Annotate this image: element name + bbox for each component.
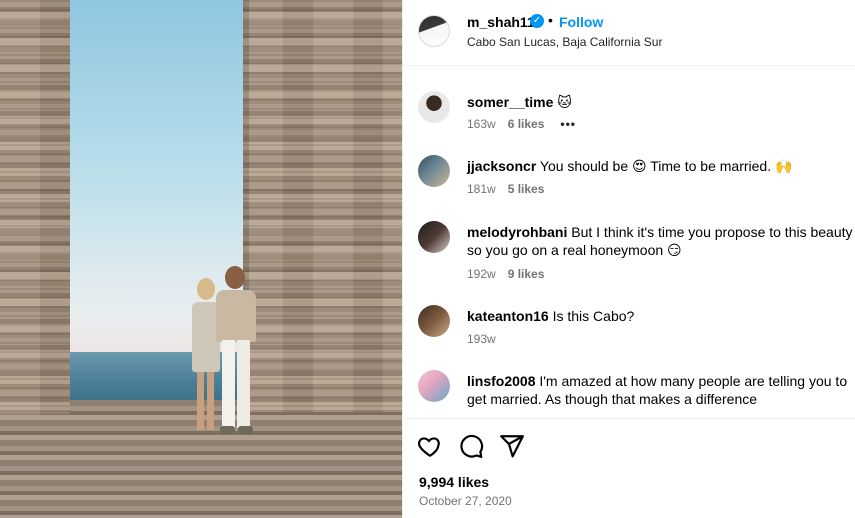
comment-text: jjacksoncr You should be 😍 Time to be ma… [467, 157, 855, 175]
comment-body-line2: get married. As though that makes a diff… [467, 391, 758, 407]
comment-meta: 192w 9 likes [467, 267, 544, 281]
header-separator: • [548, 12, 553, 28]
commenter-avatar[interactable] [418, 370, 450, 402]
comment-meta: 193w [467, 332, 496, 346]
post-photo[interactable] [0, 0, 402, 518]
photo-man [214, 266, 258, 436]
comment-username[interactable]: somer__time [467, 94, 553, 110]
likes-count[interactable]: 9,994 likes [419, 474, 489, 490]
comment-text: kateanton16 Is this Cabo? [467, 307, 855, 325]
more-options-icon[interactable]: ••• [560, 117, 576, 131]
comment-body: You should be 😍 Time to be married. 🙌 [536, 158, 793, 174]
comment-icon[interactable] [458, 433, 484, 459]
comment-body: 🐱 [553, 94, 572, 110]
comment-username[interactable]: linsfo2008 [467, 373, 535, 389]
follow-button[interactable]: Follow [559, 14, 603, 30]
comment-likes[interactable]: 6 likes [508, 117, 545, 131]
owner-avatar[interactable] [418, 15, 450, 47]
post-date[interactable]: October 27, 2020 [419, 494, 512, 508]
comment-body-line2: so you go on a real honeymoon 😏 [467, 242, 682, 258]
commenter-avatar[interactable] [418, 155, 450, 187]
comment-likes[interactable]: 9 likes [508, 267, 545, 281]
comment-body: Is this Cabo? [548, 308, 635, 324]
comment-meta: 181w 5 likes [467, 182, 544, 196]
heart-icon[interactable] [417, 433, 443, 459]
comment-meta: 163w 6 likes ••• [467, 117, 576, 131]
commenter-avatar[interactable] [418, 91, 450, 123]
comment-username[interactable]: melodyrohbani [467, 224, 567, 240]
commenter-avatar[interactable] [418, 221, 450, 253]
comment-text: somer__time 🐱 [467, 93, 855, 111]
comment-body: But I think it's time you propose to thi… [567, 224, 853, 240]
comment-text: linsfo2008 I'm amazed at how many people… [467, 372, 855, 390]
comment-body: I'm amazed at how many people are tellin… [535, 373, 848, 389]
comment-age[interactable]: 181w [467, 182, 496, 196]
comment-username[interactable]: kateanton16 [467, 308, 549, 324]
commenter-avatar[interactable] [418, 305, 450, 337]
comment-age[interactable]: 192w [467, 267, 496, 281]
share-icon[interactable] [499, 433, 525, 459]
owner-username[interactable]: m_shah11 [467, 14, 535, 30]
comments-list[interactable]: somer__time 🐱 163w 6 likes ••• jjacksoncr … [403, 67, 855, 417]
verified-badge-icon: ✓ [530, 14, 544, 28]
comment-text: melodyrohbani But I think it's time you … [467, 223, 855, 241]
post-sidebar: m_shah11 ✓ • Follow Cabo San Lucas, Baja… [402, 0, 855, 518]
comment-age[interactable]: 163w [467, 117, 496, 131]
comment-username[interactable]: jjacksoncr [467, 158, 536, 174]
photo-right-wall [243, 0, 402, 412]
post-header: m_shah11 ✓ • Follow Cabo San Lucas, Baja… [403, 0, 855, 66]
comment-age[interactable]: 193w [467, 332, 496, 346]
comment-likes[interactable]: 5 likes [508, 182, 545, 196]
photo-left-wall [0, 0, 70, 415]
post-location[interactable]: Cabo San Lucas, Baja California Sur [467, 35, 662, 49]
